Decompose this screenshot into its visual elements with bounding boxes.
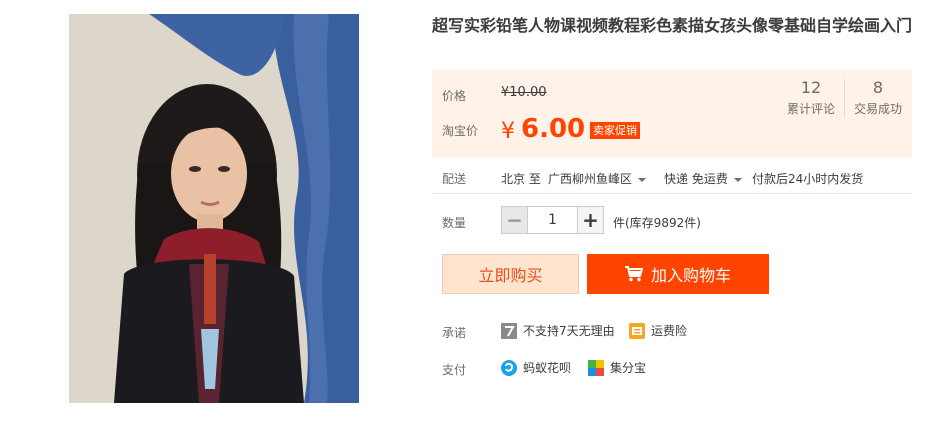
add-to-cart-label: 加入购物车 [650, 266, 731, 285]
chevron-down-icon [733, 177, 742, 182]
quantity-row: 数量 − 1 + 件(库存9892件) [432, 205, 912, 237]
shipping-label: 配送 [442, 172, 467, 186]
jifenbao-text: 集分宝 [610, 361, 647, 375]
taobao-price-label: 淘宝价 [442, 124, 479, 138]
currency-symbol: ¥ [501, 119, 515, 144]
original-price: ¥10.00 [501, 85, 547, 100]
payment-row: 支付 蚂蚁花呗 集分宝 [432, 357, 912, 381]
quantity-stepper: − 1 + [501, 206, 604, 234]
quantity-input[interactable]: 1 [528, 206, 577, 234]
shipping-destination-select[interactable]: 广西柳州鱼峰区 [548, 170, 647, 187]
quantity-increase-button[interactable]: + [577, 206, 604, 234]
price-label: 价格 [442, 89, 467, 103]
shipping-destination: 广西柳州鱼峰区 [548, 172, 633, 186]
shipping-insurance-text: 运费险 [651, 324, 688, 338]
stock-info: 件(库存9892件) [613, 216, 701, 230]
current-price: 6.00 [521, 114, 586, 144]
price-box: 价格 ¥10.00 淘宝价 ¥ 6.00 卖家促销 12 累计评论 8 交易成功 [432, 70, 912, 158]
huabei-item[interactable]: 蚂蚁花呗 [501, 359, 571, 376]
quantity-label: 数量 [442, 216, 467, 230]
buy-now-button[interactable]: 立即购买 [442, 254, 579, 294]
shipping-insurance-icon [629, 322, 645, 339]
review-count-label: 累计评论 [786, 102, 835, 116]
sales-count-value: 8 [872, 78, 884, 97]
seven-day-text: 不支持7天无理由 [523, 324, 615, 338]
payment-label: 支付 [442, 363, 467, 377]
product-title: 超写实彩铅笔人物课视频教程彩色素描女孩头像零基础自学绘画入门 [432, 16, 913, 35]
promise-label: 承诺 [442, 326, 467, 340]
product-image[interactable] [69, 14, 359, 403]
cart-icon [624, 266, 643, 282]
shipping-method-select[interactable]: 快递 免运费 [664, 170, 742, 187]
shipping-row: 配送 北京 至 广西柳州鱼峰区 快递 免运费 付款后24小时内发货 [432, 160, 912, 194]
review-count-value: 12 [800, 78, 822, 97]
add-to-cart-button[interactable]: 加入购物车 [587, 254, 769, 294]
huabei-icon [501, 359, 517, 376]
seven-day-return-item[interactable]: 不支持7天无理由 [501, 322, 615, 339]
shipping-from: 北京 至 [501, 172, 541, 186]
shipping-method: 快递 免运费 [664, 172, 728, 186]
sales-count[interactable]: 8 交易成功 [845, 78, 911, 117]
sales-count-label: 交易成功 [853, 102, 902, 116]
huabei-text: 蚂蚁花呗 [523, 361, 572, 375]
jifenbao-icon [588, 359, 604, 376]
review-count[interactable]: 12 累计评论 [778, 78, 844, 117]
quantity-decrease-button[interactable]: − [501, 206, 528, 234]
chevron-down-icon [638, 177, 647, 182]
jifenbao-item[interactable]: 集分宝 [588, 359, 646, 376]
promo-badge[interactable]: 卖家促销 [590, 122, 640, 139]
seven-day-icon [501, 322, 517, 339]
dispatch-time: 付款后24小时内发货 [752, 172, 864, 186]
product-illustration [69, 14, 359, 403]
shipping-insurance-item[interactable]: 运费险 [629, 322, 687, 339]
promise-row: 承诺 不支持7天无理由 运费险 [432, 320, 912, 344]
